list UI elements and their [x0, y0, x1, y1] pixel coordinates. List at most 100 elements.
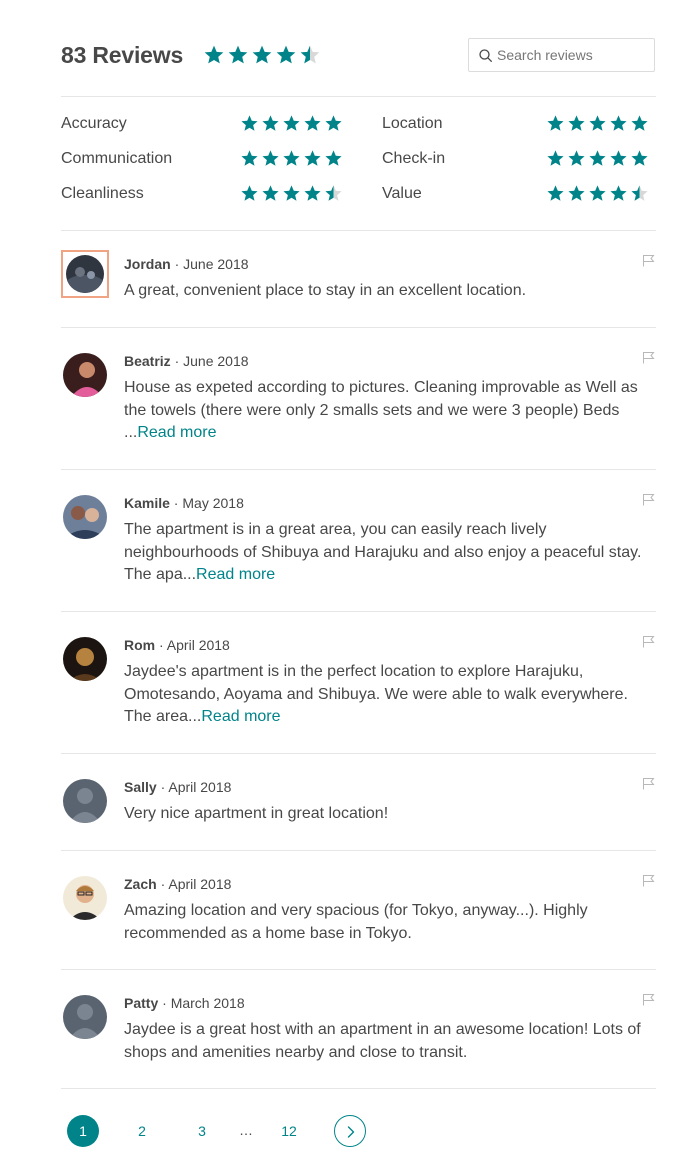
star-icon — [283, 150, 300, 166]
star-icon — [304, 185, 321, 201]
star-icon — [228, 45, 248, 64]
star-icon — [589, 115, 606, 131]
star-icon — [325, 150, 342, 166]
reviewer-name[interactable]: Patty — [124, 995, 158, 1011]
review-text: The apartment is in a great area, you ca… — [124, 519, 644, 587]
user-icon — [63, 779, 107, 823]
star-icon — [568, 150, 585, 166]
divider — [61, 611, 656, 612]
star-icon — [610, 150, 627, 166]
avatar[interactable] — [63, 779, 107, 823]
avatar[interactable] — [61, 250, 109, 298]
review-body: Jaydee's apartment is in the perfect loc… — [124, 663, 628, 725]
review-meta: Zach · April 2018 — [124, 876, 232, 892]
search-reviews-input[interactable] — [497, 39, 647, 71]
star-icon — [610, 115, 627, 131]
category-label-value: Value — [382, 185, 422, 202]
page-button-3[interactable]: 3 — [186, 1115, 218, 1147]
reviews-count-title: 83 Reviews — [61, 42, 184, 68]
flag-icon[interactable] — [642, 993, 656, 1006]
avatar[interactable] — [63, 637, 107, 681]
reviewer-name[interactable]: Rom — [124, 637, 155, 653]
divider — [61, 850, 656, 851]
review-text: A great, convenient place to stay in an … — [124, 280, 644, 303]
category-label-cleanliness: Cleanliness — [61, 185, 144, 202]
category-stars-location — [546, 114, 649, 138]
avatar[interactable] — [63, 876, 107, 920]
review-body: Jaydee is a great host with an apartment… — [124, 1021, 641, 1061]
reviewer-name[interactable]: Sally — [124, 779, 157, 795]
page-button-1[interactable]: 1 — [67, 1115, 99, 1147]
star-icon — [631, 185, 648, 201]
divider — [61, 469, 656, 470]
review-date: March 2018 — [170, 995, 245, 1011]
star-icon — [631, 150, 648, 166]
review-meta: Beatriz · June 2018 — [124, 353, 249, 369]
divider — [61, 96, 656, 97]
review-date: April 2018 — [168, 779, 232, 795]
reviewer-name[interactable]: Zach — [124, 876, 157, 892]
page-button-12[interactable]: 12 — [273, 1115, 305, 1147]
category-stars-value — [546, 184, 649, 208]
overall-rating-stars — [203, 44, 321, 71]
star-icon — [325, 115, 342, 131]
search-reviews-box[interactable] — [468, 38, 655, 72]
review-body: Very nice apartment in great location! — [124, 805, 389, 822]
star-icon — [589, 185, 606, 201]
reviewer-name[interactable]: Jordan — [124, 256, 171, 272]
star-icon — [589, 150, 606, 166]
flag-icon[interactable] — [642, 874, 656, 887]
review-meta: Sally · April 2018 — [124, 779, 232, 795]
avatar[interactable] — [63, 995, 107, 1039]
reviews-header: 83 Reviews — [61, 38, 655, 74]
star-icon — [547, 185, 564, 201]
flag-icon[interactable] — [642, 493, 656, 506]
review-meta: Rom · April 2018 — [124, 637, 230, 653]
review-item: Jordan · June 2018 A great, convenient p… — [61, 250, 656, 306]
star-icon — [304, 115, 321, 131]
flag-icon[interactable] — [642, 635, 656, 648]
pagination: 1 2 3 … 12 — [67, 1115, 387, 1147]
category-label-communication: Communication — [61, 150, 173, 167]
reviewer-name[interactable]: Beatriz — [124, 353, 171, 369]
avatar[interactable] — [63, 353, 107, 397]
review-text: Very nice apartment in great location! — [124, 803, 644, 826]
star-icon — [300, 45, 320, 64]
star-icon — [241, 185, 258, 201]
read-more-link[interactable]: Read more — [201, 708, 280, 725]
star-icon — [568, 115, 585, 131]
pagination-ellipsis: … — [239, 1122, 253, 1138]
category-label-check-in: Check-in — [382, 150, 446, 167]
category-stars-communication — [240, 149, 343, 173]
review-text: House as expeted according to pictures. … — [124, 377, 644, 445]
star-icon — [262, 185, 279, 201]
review-item: Sally · April 2018 Very nice apartment i… — [61, 777, 656, 829]
star-icon — [547, 115, 564, 131]
read-more-link[interactable]: Read more — [137, 424, 216, 441]
review-meta: Jordan · June 2018 — [124, 256, 249, 272]
page-button-2[interactable]: 2 — [126, 1115, 158, 1147]
star-icon — [262, 115, 279, 131]
review-text: Jaydee's apartment is in the perfect loc… — [124, 661, 649, 729]
next-page-button[interactable] — [334, 1115, 366, 1147]
category-label-accuracy: Accuracy — [61, 115, 127, 132]
review-body: Amazing location and very spacious (for … — [124, 902, 588, 942]
star-icon — [325, 185, 342, 201]
star-icon — [304, 150, 321, 166]
star-icon — [204, 45, 224, 64]
category-stars-cleanliness — [240, 184, 343, 208]
flag-icon[interactable] — [642, 777, 656, 790]
reviewer-name[interactable]: Kamile — [124, 495, 170, 511]
review-item: Patty · March 2018 Jaydee is a great hos… — [61, 993, 656, 1067]
star-icon — [262, 150, 279, 166]
read-more-link[interactable]: Read more — [196, 566, 275, 583]
avatar[interactable] — [63, 495, 107, 539]
category-stars-check-in — [546, 149, 649, 173]
review-text: Jaydee is a great host with an apartment… — [124, 1019, 644, 1064]
review-text: Amazing location and very spacious (for … — [124, 900, 644, 945]
flag-icon[interactable] — [642, 351, 656, 364]
flag-icon[interactable] — [642, 254, 656, 267]
review-item: Rom · April 2018 Jaydee's apartment is i… — [61, 635, 656, 732]
review-meta: Kamile · May 2018 — [124, 495, 244, 511]
category-label-location: Location — [382, 115, 443, 132]
